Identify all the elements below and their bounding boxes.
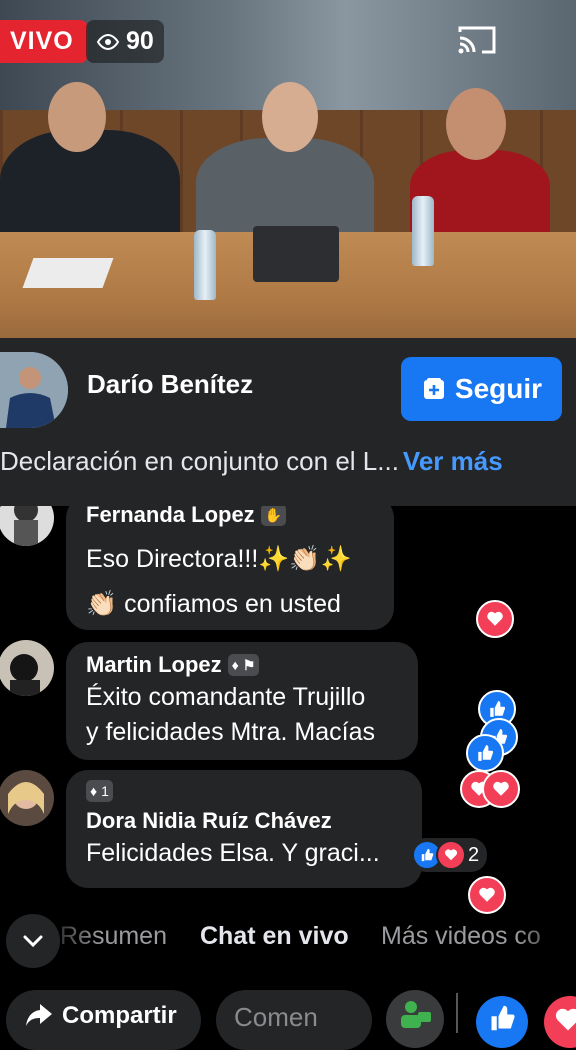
video-person-right-head — [446, 88, 506, 160]
avatar-image — [0, 640, 54, 696]
share-icon — [26, 1004, 52, 1026]
commenter-name-row: Fernanda Lopez ✋ — [86, 506, 374, 528]
avatar-image — [0, 770, 54, 826]
diamond-flag-badge-icon: ♦ ⚑ — [227, 654, 260, 676]
comment-bubble[interactable]: ♦ 1 Dora Nidia Ruíz Chávez Felicidades E… — [66, 770, 422, 888]
video-person-left-head — [48, 82, 106, 152]
eye-icon — [96, 33, 120, 50]
viewer-count: 90 — [86, 20, 164, 63]
commenter-avatar[interactable] — [0, 506, 54, 546]
divider — [456, 993, 458, 1033]
comment-text: y felicidades Mtra. Macías — [86, 718, 375, 746]
comment-text: Éxito comandante Trujillo — [86, 683, 366, 711]
follow-icon — [423, 378, 444, 399]
share-button[interactable]: Compartir — [6, 990, 201, 1050]
video-paper — [22, 258, 114, 288]
avatar-image — [0, 506, 54, 546]
invite-guest-button[interactable] — [386, 990, 444, 1048]
heart-icon — [555, 1008, 576, 1031]
commenter-name[interactable]: Martin Lopez — [86, 652, 222, 678]
comment-reactions[interactable]: 2 — [410, 838, 488, 872]
heart-reaction-icon — [436, 840, 466, 870]
badge-number: 1 — [101, 783, 109, 799]
wave-badge-icon: ✋ — [260, 506, 287, 526]
streamer-name[interactable]: Darío Benítez — [87, 369, 253, 400]
commenter-badges: ♦ 1 — [86, 780, 402, 802]
video-bottle — [194, 230, 216, 300]
video-tablet — [253, 226, 339, 282]
live-badge: VIVO — [0, 20, 88, 63]
comment-text: Felicidades Elsa. Y graci... — [86, 839, 380, 867]
like-icon — [491, 1005, 515, 1031]
floating-heart-icon — [482, 770, 520, 808]
follow-button[interactable]: Seguir — [401, 357, 562, 421]
cast-icon[interactable] — [456, 24, 498, 56]
collapse-button[interactable] — [6, 914, 60, 968]
diamond-badge-icon: ♦ 1 — [86, 780, 113, 802]
description-text: Declaración en conjunto con el L... — [0, 446, 399, 476]
stream-description[interactable]: Declaración en conjunto con el L... Ver m… — [0, 446, 503, 477]
chevron-down-icon — [23, 935, 43, 948]
commenter-avatar[interactable] — [0, 640, 54, 696]
comment-bubble[interactable]: Martin Lopez ♦ ⚑ Éxito comandante Trujil… — [66, 642, 418, 760]
like-button[interactable] — [476, 996, 528, 1048]
follow-label: Seguir — [454, 373, 543, 404]
comment-input[interactable]: Comen — [216, 990, 372, 1050]
floating-heart-icon — [476, 600, 514, 638]
video-bottle — [412, 196, 434, 266]
commenter-avatar[interactable] — [0, 770, 54, 826]
video-person-center-head — [262, 82, 318, 152]
comment-bubble[interactable]: Fernanda Lopez ✋ Eso Directora!!!✨👏🏻✨ 👏🏻… — [66, 506, 394, 630]
floating-like-icon — [466, 734, 504, 772]
viewer-count-value: 90 — [126, 27, 154, 55]
commenter-name[interactable]: Dora Nidia Ruíz Chávez — [86, 808, 332, 834]
commenter-name[interactable]: Fernanda Lopez — [86, 506, 255, 528]
see-more-link[interactable]: Ver más — [403, 446, 503, 476]
share-label: Compartir — [62, 1002, 177, 1029]
tab-fade-right — [516, 906, 576, 970]
comment-text: Eso Directora!!!✨👏🏻✨ — [86, 545, 352, 573]
comment-text: 👏🏻 confiamos en usted — [86, 590, 341, 618]
commenter-name-row: Dora Nidia Ruíz Chávez — [86, 808, 402, 834]
commenter-name-row: Martin Lopez ♦ ⚑ — [86, 652, 398, 678]
reaction-count: 2 — [468, 843, 480, 866]
tab-live-chat[interactable]: Chat en vivo — [200, 922, 349, 951]
